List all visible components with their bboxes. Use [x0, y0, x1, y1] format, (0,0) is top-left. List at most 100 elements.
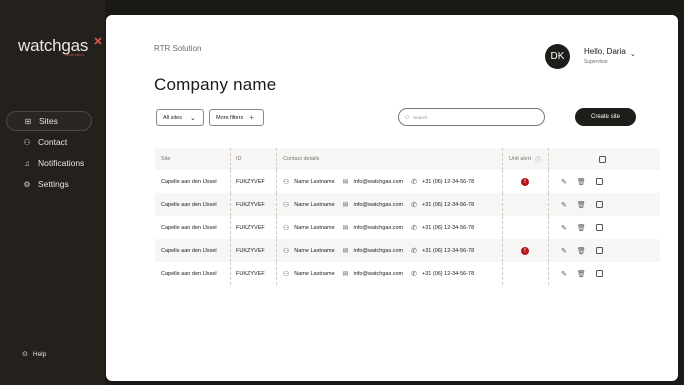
trash-icon[interactable]: 🗑 — [577, 270, 586, 278]
bell-icon: ♫ — [24, 158, 30, 168]
column-header-id[interactable]: ID — [236, 148, 242, 170]
divider — [502, 239, 503, 262]
all-sites-label: All sites — [163, 114, 182, 121]
help-link[interactable]: ⊙ Help — [22, 350, 47, 359]
select-all-checkbox[interactable] — [599, 155, 606, 163]
contact-email[interactable]: info@watchgas.com — [354, 271, 404, 277]
unit-alert-label: Unit alert — [509, 156, 532, 162]
divider — [502, 262, 503, 285]
trash-icon[interactable]: 🗑 — [577, 178, 586, 186]
help-icon: ⊙ — [22, 351, 28, 358]
table-row[interactable]: Capelle aan den IJssel FUKZYVEF ⚇ Name L… — [155, 262, 660, 285]
divider — [548, 262, 549, 285]
table-row[interactable]: Capelle aan den IJssel FUKZYVEF ⚇ Name L… — [155, 170, 660, 193]
contact-email[interactable]: info@watchgas.com — [354, 202, 404, 208]
contact-name: Name Lastname — [294, 224, 335, 231]
alert-icon[interactable]: ! — [521, 246, 529, 255]
id-cell: FUKZYVEF — [236, 247, 265, 254]
row-checkbox[interactable] — [595, 201, 603, 208]
contact-phone[interactable]: +31 (06) 12-34-56-78 — [422, 202, 474, 208]
trash-icon[interactable]: 🗑 — [577, 247, 586, 255]
id-cell: FUKZYVEF — [236, 270, 265, 277]
user-icon: ⚇ — [23, 137, 31, 147]
help-label: Help — [32, 350, 47, 358]
divider — [230, 216, 231, 239]
gear-icon: ⚙ — [23, 179, 31, 189]
divider — [548, 216, 549, 239]
contact-name: Name Lastname — [294, 201, 335, 208]
grid-icon: ⊞ — [24, 116, 32, 126]
search-input[interactable]: ○ Search — [398, 108, 545, 126]
contact-phone[interactable]: +31 (06) 12-34-56-78 — [422, 179, 474, 185]
edit-icon[interactable]: ✎ — [561, 247, 567, 255]
row-checkbox[interactable] — [595, 247, 603, 254]
contact-email[interactable]: info@watchgas.com — [354, 225, 404, 231]
contact-name: Name Lastname — [294, 247, 335, 254]
divider — [276, 170, 277, 193]
select-all-cell — [599, 148, 606, 170]
site-cell: Capelle aan den IJssel — [161, 224, 217, 231]
create-site-button[interactable]: Create site — [575, 108, 636, 126]
table-row[interactable]: Capelle aan den IJssel FUKZYVEF ⚇ Name L… — [155, 216, 660, 239]
column-header-site[interactable]: Site — [161, 148, 170, 170]
contact-phone[interactable]: +31 (06) 12-34-56-78 — [422, 225, 474, 231]
user-icon: ⚇ — [283, 224, 290, 232]
user-icon: ⚇ — [283, 247, 290, 255]
breadcrumb: RTR Solution — [154, 44, 202, 53]
edit-icon[interactable]: ✎ — [561, 201, 567, 209]
chevron-down-icon[interactable]: ⌄ — [630, 50, 636, 58]
divider — [502, 193, 503, 216]
divider — [230, 262, 231, 285]
alert-icon[interactable]: ! — [521, 177, 529, 186]
sidebar-item-notifications[interactable]: ♫ Notifications — [6, 153, 92, 173]
divider — [230, 239, 231, 262]
trash-icon[interactable]: 🗑 — [577, 224, 586, 232]
sidebar-item-settings[interactable]: ⚙ Settings — [6, 174, 92, 194]
contact-phone[interactable]: +31 (06) 12-34-56-78 — [422, 248, 474, 254]
contact-name: Name Lastname — [294, 270, 335, 277]
phone-icon: ✆ — [411, 247, 417, 255]
actions-cell: ✎ 🗑 — [561, 262, 603, 285]
contact-email[interactable]: info@watchgas.com — [354, 248, 404, 254]
divider — [276, 148, 277, 170]
more-filters-button[interactable]: More filters + — [209, 109, 264, 126]
column-header-contact[interactable]: Contact details — [283, 148, 319, 170]
site-cell: Capelle aan den IJssel — [161, 270, 217, 277]
table-header: Site ID Contact details Unit alert ⓘ — [155, 148, 660, 170]
divider — [230, 170, 231, 193]
user-greeting[interactable]: Hello, Daria — [584, 47, 626, 56]
avatar[interactable]: DK — [545, 44, 570, 69]
sidebar-item-label: Notifications — [38, 158, 85, 168]
contact-cell: ⚇ Name Lastname ✉ info@watchgas.com ✆ +3… — [283, 193, 474, 216]
row-checkbox[interactable] — [595, 270, 603, 277]
unit-alert-cell: ! — [521, 239, 529, 262]
contact-phone[interactable]: +31 (06) 12-34-56-78 — [422, 271, 474, 277]
user-icon: ⚇ — [283, 270, 290, 278]
sidebar-item-sites[interactable]: ⊞ Sites — [6, 111, 92, 131]
edit-icon[interactable]: ✎ — [561, 270, 567, 278]
divider — [548, 148, 549, 170]
table-row[interactable]: Capelle aan den IJssel FUKZYVEF ⚇ Name L… — [155, 193, 660, 216]
contact-email[interactable]: info@watchgas.com — [354, 179, 404, 185]
column-header-unit-alert[interactable]: Unit alert ⓘ — [509, 148, 541, 170]
divider — [502, 148, 503, 170]
trash-icon[interactable]: 🗑 — [577, 201, 586, 209]
table-row[interactable]: Capelle aan den IJssel FUKZYVEF ⚇ Name L… — [155, 239, 660, 262]
sidebar-item-label: Settings — [38, 179, 69, 189]
sidebar-item-contact[interactable]: ⚇ Contact — [6, 132, 92, 152]
row-checkbox[interactable] — [595, 224, 603, 231]
mail-icon: ✉ — [342, 201, 349, 209]
edit-icon[interactable]: ✎ — [561, 224, 567, 232]
contact-cell: ⚇ Name Lastname ✉ info@watchgas.com ✆ +3… — [283, 239, 474, 262]
phone-icon: ✆ — [411, 178, 417, 186]
plus-icon: + — [249, 113, 254, 122]
all-sites-dropdown[interactable]: All sites ⌄ — [156, 109, 204, 126]
row-checkbox[interactable] — [595, 178, 603, 185]
id-cell: FUKZYVEF — [236, 201, 265, 208]
divider — [230, 193, 231, 216]
mail-icon: ✉ — [342, 178, 349, 186]
edit-icon[interactable]: ✎ — [561, 178, 567, 186]
more-filters-label: More filters — [216, 114, 244, 121]
sidebar: watchgas detection ⊞ Sites ⚇ Contact ♫ N… — [0, 0, 105, 385]
divider — [548, 170, 549, 193]
